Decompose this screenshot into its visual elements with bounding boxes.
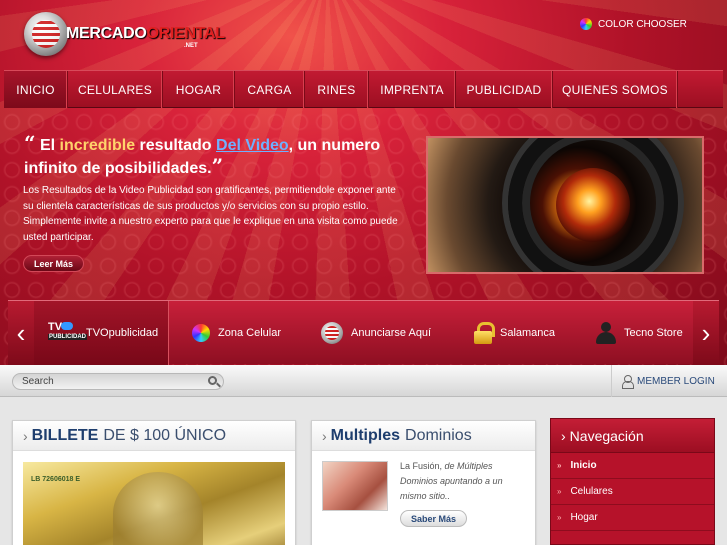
hero-title-text: El (39, 137, 60, 154)
nav-item-publicidad[interactable]: PUBLICIDAD (456, 71, 553, 108)
multiples-title-light: Dominios (405, 426, 472, 444)
billete-title-light: DE $ 100 ÚNICO (103, 426, 227, 444)
quote-open-icon: “ (24, 131, 36, 155)
carousel-prev-button[interactable]: ‹ (8, 301, 34, 365)
nav-link-inicio[interactable]: » Inicio (551, 453, 714, 479)
multiples-thumbnail (322, 461, 388, 511)
hero-title: “ El incredible resultado Del Video, un … (24, 133, 414, 179)
lock-icon (474, 322, 495, 344)
lens-core (556, 168, 630, 242)
dollar-bill-image: LB 72606018 E (23, 462, 285, 545)
nav-item-celulares[interactable]: CELULARES (68, 71, 163, 108)
logo-tld: .NET (184, 43, 198, 49)
nav-item-quienes-somos[interactable]: QUIENES SOMOS (553, 71, 678, 108)
site-logo[interactable]: MERCADOORIENTAL .NET (24, 12, 225, 58)
billete-panel-header: › BILLETE DE $ 100 ÚNICO (13, 421, 295, 451)
billete-panel: › BILLETE DE $ 100 ÚNICO LB 72606018 E (12, 420, 296, 545)
saber-mas-button[interactable]: Saber Más (400, 510, 468, 527)
hero-title-link[interactable]: Del Video (216, 137, 289, 154)
member-login-label: MEMBER LOGIN (637, 375, 715, 387)
bullet-icon: » (557, 487, 562, 496)
color-wheel-icon (580, 18, 592, 30)
navegacion-panel: › Navegación » Inicio » Celulares » Hogar (550, 418, 715, 545)
carousel-item-label: Salamanca (500, 327, 556, 339)
color-chooser[interactable]: COLOR CHOOSER (580, 18, 687, 30)
toolbar: Search MEMBER LOGIN (0, 365, 727, 397)
quote-close-icon: ” (211, 154, 224, 178)
main-nav: INICIO CELULARES HOGAR CARGA RINES IMPRE… (4, 70, 723, 108)
nav-link-celulares[interactable]: » Celulares (551, 479, 714, 505)
navegacion-title: Navegación (569, 427, 644, 444)
chevron-right-icon: › (561, 427, 566, 444)
multiples-dominios-panel: › Multiples Dominios La Fusión, de Múlti… (311, 420, 536, 545)
chevron-right-icon: › (322, 427, 327, 444)
hero-camera-lens-image (426, 136, 704, 274)
color-chooser-label: COLOR CHOOSER (598, 18, 687, 30)
carousel-item-label: Zona Celular (218, 327, 281, 339)
user-icon (622, 375, 634, 389)
multiples-description: La Fusión, de Múltiples Dominios apuntan… (400, 461, 503, 501)
carousel-item-tecno-store[interactable]: Tecno Store (596, 301, 683, 365)
tv-logo-icon: TV PUBLICIDAD (48, 321, 87, 340)
carousel-item-anunciarse-aqui[interactable]: Anunciarse Aquí (321, 301, 431, 365)
logo-globe-icon (24, 12, 68, 56)
search-input[interactable]: Search (12, 373, 224, 390)
bullet-icon: » (557, 461, 562, 470)
carousel-item-label: TVOpublicidad (86, 327, 159, 339)
member-login-link[interactable]: MEMBER LOGIN (611, 365, 715, 397)
logo-text: MERCADOORIENTAL (66, 25, 225, 42)
nav-item-inicio[interactable]: INICIO (4, 71, 68, 108)
featured-carousel: ‹ TV PUBLICIDAD TVOpublicidad Zona Celula… (8, 300, 719, 365)
carousel-item-zona-celular[interactable]: Zona Celular (192, 301, 281, 365)
globe-icon (321, 322, 343, 344)
carousel-item-tvopublicidad[interactable]: TV PUBLICIDAD TVOpublicidad (34, 301, 169, 365)
color-wheel-icon (192, 324, 210, 342)
search-icon[interactable] (208, 376, 217, 385)
leer-mas-button[interactable]: Leer Más (23, 255, 85, 272)
hero-title-text-2: resultado (135, 137, 217, 154)
nav-link-hogar[interactable]: » Hogar (551, 505, 714, 531)
hero-body: Los Resultados de la Video Publicidad so… (23, 185, 398, 243)
billete-title-bold: BILLETE (31, 426, 99, 444)
nav-item-rines[interactable]: RINES (305, 71, 369, 108)
bullet-icon: » (557, 513, 562, 522)
multiples-title-bold: Multiples (330, 426, 401, 444)
navegacion-header: › Navegación (551, 419, 714, 453)
carousel-item-salamanca[interactable]: Salamanca (474, 301, 555, 365)
carousel-next-button[interactable]: › (693, 301, 719, 365)
user-icon (596, 322, 616, 344)
search-placeholder: Search (22, 376, 54, 387)
hero-title-highlight: incredible (59, 137, 136, 154)
carousel-item-label: Anunciarse Aquí (351, 327, 432, 339)
nav-item-hogar[interactable]: HOGAR (163, 71, 235, 108)
chevron-right-icon: › (23, 427, 28, 444)
carousel-item-label: Tecno Store (624, 327, 683, 339)
nav-item-imprenta[interactable]: IMPRENTA (369, 71, 456, 108)
nav-item-carga[interactable]: CARGA (235, 71, 305, 108)
bill-serial: LB 72606018 E (31, 476, 81, 483)
multiples-panel-header: › Multiples Dominios (312, 421, 535, 451)
